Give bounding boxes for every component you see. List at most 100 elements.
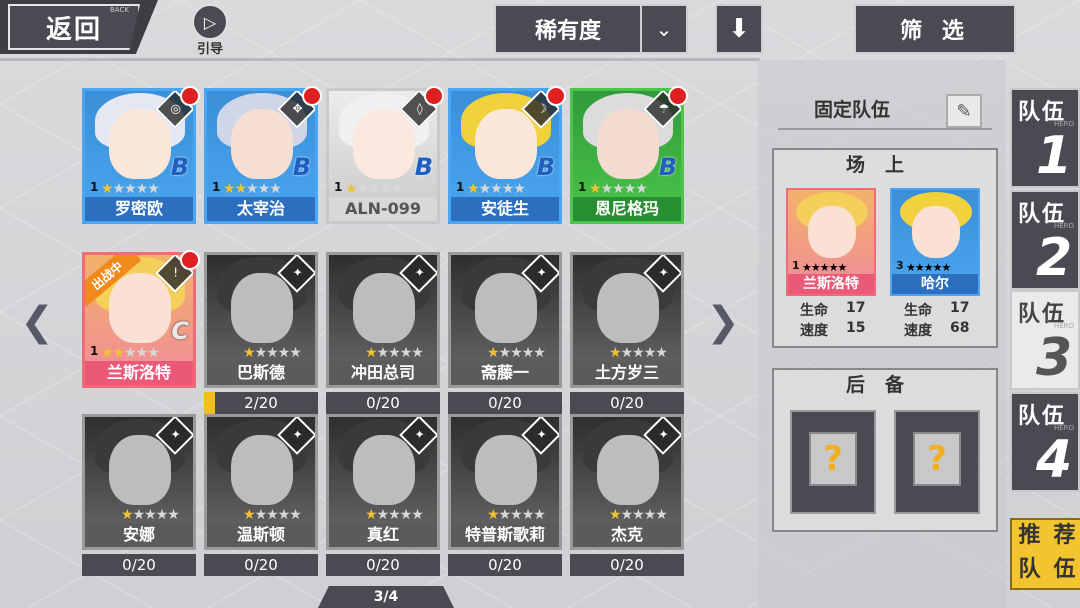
reserve-title: 后备 [845,374,924,396]
panel-divider [778,128,992,130]
hero-level: 1 [334,180,343,194]
play-icon: ▷ [192,4,228,40]
hero-name: 杰克 [573,523,681,547]
notification-dot [668,86,688,106]
reserve-slot[interactable]: ? [790,410,876,514]
back-button[interactable]: 返回 BACK [0,0,158,54]
hero-card[interactable]: ☂ B 1 ★★★★★ 恩尼格玛 [570,88,684,224]
next-page-icon[interactable]: ❯ [700,296,746,348]
rank-badge: B [658,153,677,181]
hero-level: 1 [90,344,99,358]
hero-card[interactable]: ! 出战中 C 1 ★★★★★ 兰斯洛特 [82,252,196,388]
team-tab-3[interactable]: 队伍 HERO 3 [1010,290,1080,390]
shard-progress: 0/20 [570,392,684,414]
hero-name: 哈尔 [892,274,978,294]
progress-text: 2/20 [244,394,278,412]
hero-card[interactable]: ◎ B 1 ★★★★★ 罗密欧 [82,88,196,224]
star-rating: ★★★★★ [101,181,160,197]
onfield-hero-card[interactable]: 1 ★★★★★ 兰斯洛特 [786,188,876,296]
star-rating: ★★★★★ [365,345,424,361]
hero-face [109,435,171,505]
hero-name: 安徒生 [451,197,559,221]
team-tab-1[interactable]: 队伍 HERO 1 [1010,88,1080,188]
team-tab-4[interactable]: 队伍 HERO 4 [1010,392,1080,492]
star-rating: ★★★★★ [121,507,180,523]
hero-card[interactable]: ✦ ★★★★★ 杰克 [570,414,684,550]
hero-card[interactable]: ✦ ★★★★★ 冲田总司 [326,252,440,388]
rarity-sort-button[interactable]: 稀有度 [494,4,642,54]
speed-label: 速度 [800,323,828,339]
star-rating: ★★★★★ [609,507,668,523]
notification-dot [424,86,444,106]
hero-name: 罗密欧 [85,197,193,221]
rank-badge: B [170,153,189,181]
filter-button[interactable]: 筛 选 [854,4,1016,54]
hero-name: 土方岁三 [573,361,681,385]
shard-progress: 0/20 [326,554,440,576]
question-icon: ? [809,432,857,486]
recommend-char: 荐 [1053,523,1076,548]
progress-text: 0/20 [122,556,156,574]
recommend-char: 队 [1018,557,1041,582]
hero-face [912,206,960,258]
hero-face [231,109,293,179]
reserve-slot[interactable]: ? [894,410,980,514]
star-rating: ★★★★★ [487,507,546,523]
hero-level: 1 [456,180,465,194]
hp-value: 17 [950,300,970,316]
hero-card[interactable]: ✥ B 1 ★★★★★ 太宰治 [204,88,318,224]
hero-level: 1 [578,180,587,194]
hero-level: 1 [90,180,99,194]
hero-card[interactable]: ✦ ★★★★★ 斋藤一 [448,252,562,388]
rank-badge: B [536,153,555,181]
hero-level: 1 [212,180,221,194]
edit-icon[interactable]: ✎ [946,94,982,128]
hero-card[interactable]: ✦ ★★★★★ 温斯顿 [204,414,318,550]
hero-face [475,435,537,505]
prev-page-icon[interactable]: ❮ [14,296,60,348]
team-tab-2[interactable]: 队伍 HERO 2 [1010,190,1080,290]
hero-card[interactable]: ◊ B 1 ★★★★★ ALN-099 [326,88,440,224]
star-rating: ★★★★★ [345,181,404,197]
recommend-char: 伍 [1053,557,1076,582]
shard-progress: 0/20 [570,554,684,576]
guide-button[interactable]: ▷ 引导 [188,4,232,57]
hero-card[interactable]: ✦ ★★★★★ 巴斯德 [204,252,318,388]
recommend-char: 推 [1018,523,1041,548]
hero-name: 特普斯歌莉 [451,523,559,547]
team-number: 4 [1036,430,1073,490]
speed-value: 15 [846,320,866,336]
progress-text: 0/20 [488,394,522,412]
back-sub-label: BACK [110,6,129,14]
chevron-down-icon[interactable]: ⌄ [640,4,688,54]
hero-card[interactable]: ✦ ★★★★★ 真红 [326,414,440,550]
hero-card[interactable]: ✦ ★★★★★ 特普斯歌莉 [448,414,562,550]
notification-dot [546,86,566,106]
hero-name: ALN-099 [329,197,437,221]
team-number: 1 [1036,126,1073,186]
hero-name: 恩尼格玛 [573,197,681,221]
star-rating: ★★★★★ [589,181,648,197]
hero-face [597,435,659,505]
recommend-team-button[interactable]: 推 荐 队 伍 [1010,518,1080,590]
notification-dot [180,86,200,106]
hero-card[interactable]: ☽ B 1 ★★★★★ 安徒生 [448,88,562,224]
hero-face [353,109,415,179]
sort-descending-button[interactable]: ⬇ [715,4,763,54]
page-indicator: 3/4 [318,586,454,608]
hero-name: 安娜 [85,523,193,547]
star-rating: ★★★★★ [487,345,546,361]
progress-text: 0/20 [488,556,522,574]
hero-face [231,435,293,505]
hero-face [808,206,856,258]
hero-card[interactable]: ✦ ★★★★★ 土方岁三 [570,252,684,388]
notification-dot [180,250,200,270]
progress-fill [204,392,216,414]
onfield-title: 场上 [845,154,924,176]
rank-badge: B [414,153,433,181]
onfield-hero-card[interactable]: 3 ★★★★★ 哈尔 [890,188,980,296]
star-rating: ★★★★★ [365,507,424,523]
hp-value: 17 [846,300,866,316]
hero-face [109,109,171,179]
hero-card[interactable]: ✦ ★★★★★ 安娜 [82,414,196,550]
